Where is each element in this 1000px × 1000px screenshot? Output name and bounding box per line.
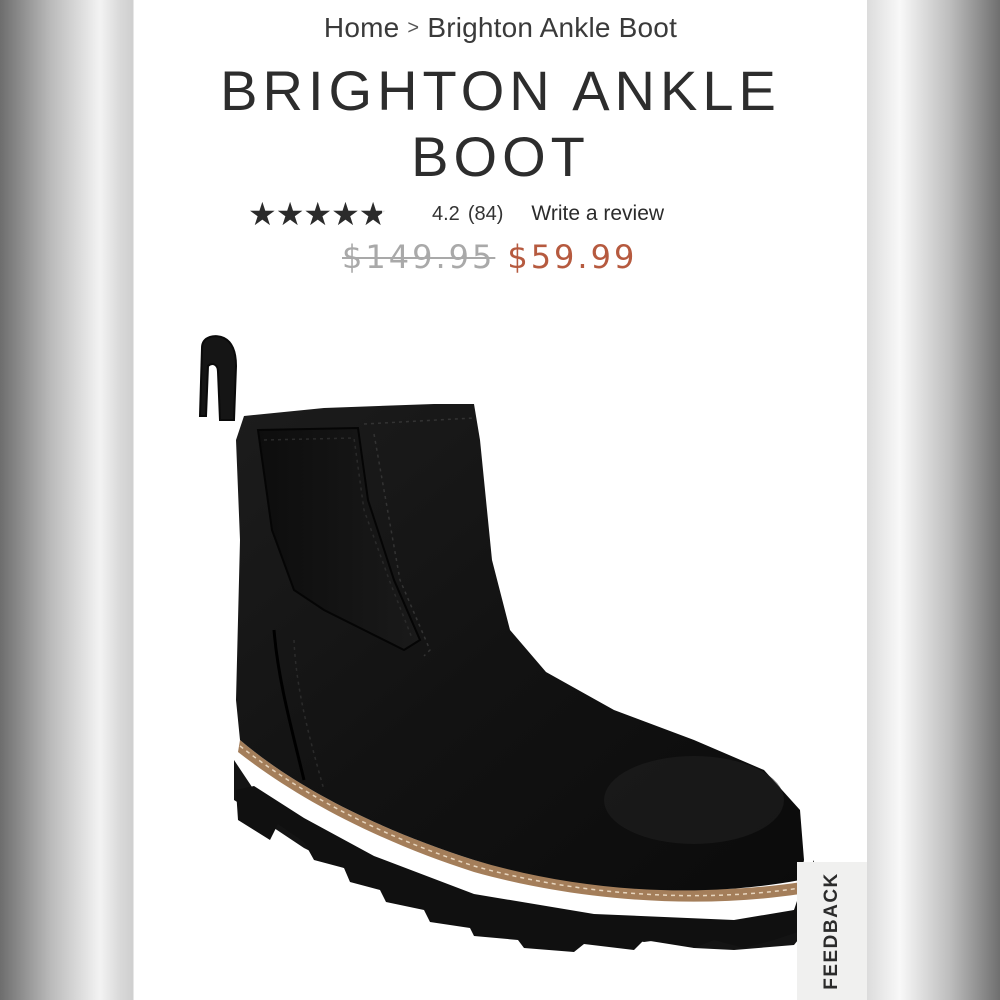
breadcrumb-current: Brighton Ankle Boot (427, 12, 678, 43)
rating-row: ★★★★★ ★★★★★ 4.2 (84) Write a review (248, 196, 664, 232)
write-review-link[interactable]: Write a review (531, 202, 664, 226)
rating-count[interactable]: (84) (468, 203, 504, 226)
product-image[interactable] (174, 320, 814, 960)
filled-stars-icon: ★★★★★ (248, 196, 383, 232)
original-price: $149.95 (342, 238, 496, 276)
breadcrumb-home-link[interactable]: Home (324, 12, 400, 43)
boot-icon (198, 335, 814, 952)
sale-price: $59.99 (507, 238, 638, 276)
breadcrumb: Home > Brighton Ankle Boot (134, 12, 867, 44)
feedback-tab[interactable]: FEEDBACK (797, 862, 867, 1000)
rating-value: 4.2 (432, 202, 460, 225)
product-page: Home > Brighton Ankle Boot BRIGHTON ANKLE … (134, 0, 867, 1000)
star-rating-icon[interactable]: ★★★★★ ★★★★★ (248, 196, 408, 232)
feedback-label: FEEDBACK (821, 872, 842, 990)
product-title: BRIGHTON ANKLE BOOT (220, 59, 781, 188)
price-row: $149.95 $59.99 (342, 238, 637, 276)
breadcrumb-separator: > (407, 17, 420, 39)
screenshot-frame: Home > Brighton Ankle Boot BRIGHTON ANKLE … (0, 0, 1000, 1000)
